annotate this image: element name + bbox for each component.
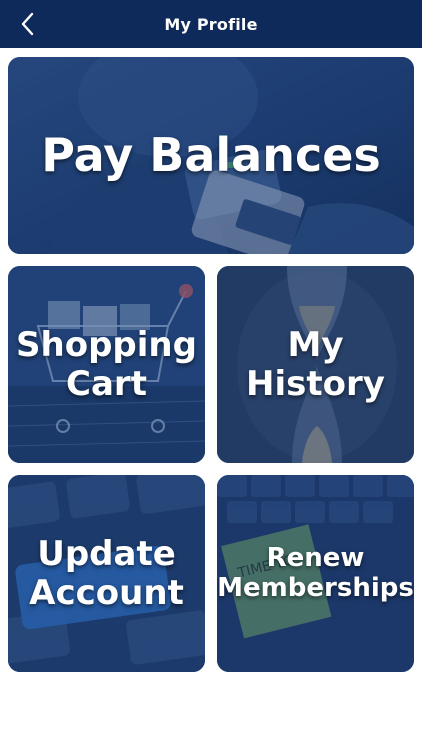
tile-label: Renew Memberships xyxy=(217,543,414,603)
page-title: My Profile xyxy=(164,15,258,34)
my-history-tile[interactable]: My History xyxy=(217,266,414,463)
tile-label: Pay Balances xyxy=(41,127,381,182)
shopping-cart-tile[interactable]: Shopping Cart xyxy=(8,266,205,463)
top-app-bar: My Profile xyxy=(0,0,422,48)
tile-label: Update Account xyxy=(29,534,184,613)
tile-label: My History xyxy=(246,325,385,404)
pay-balances-tile[interactable]: Pay Balances xyxy=(8,57,414,254)
renew-memberships-tile[interactable]: TIME TO Renew Memberships xyxy=(217,475,414,672)
tile-label: Shopping Cart xyxy=(16,325,197,404)
update-account-tile[interactable]: Update Account xyxy=(8,475,205,672)
